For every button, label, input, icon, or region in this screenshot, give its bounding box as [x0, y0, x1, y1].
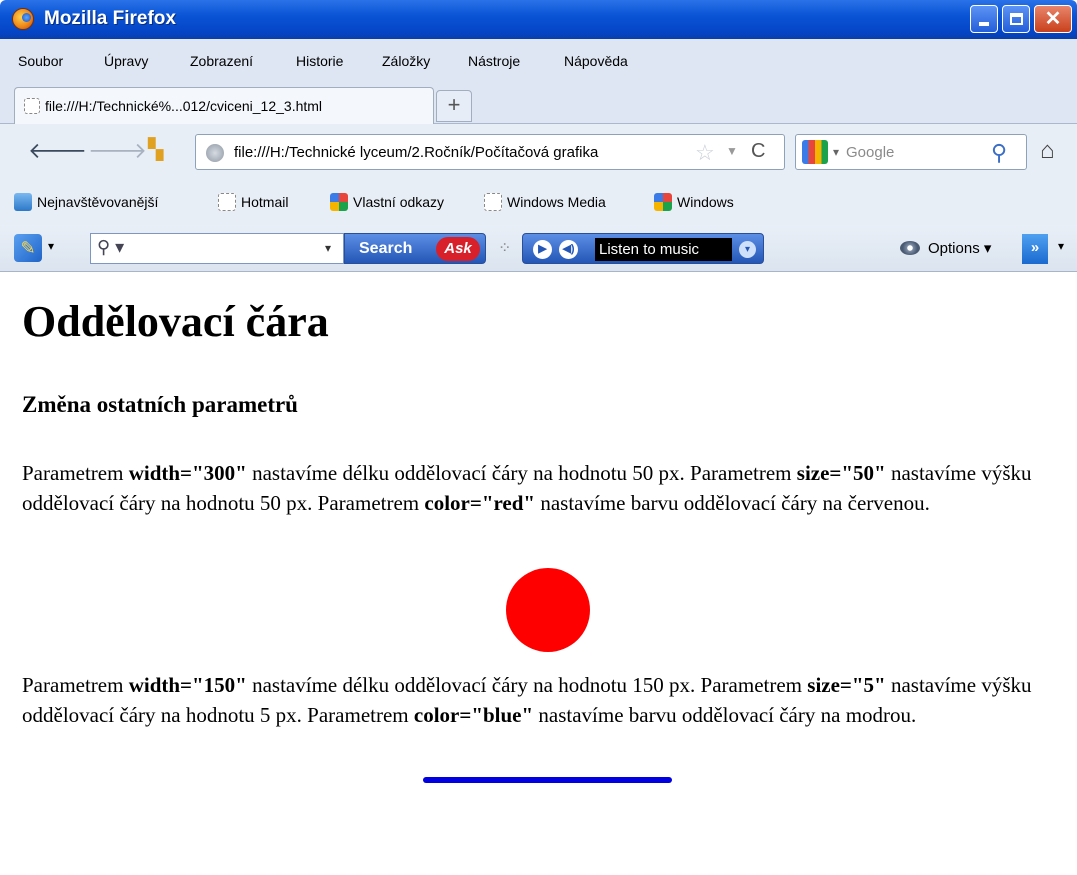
overflow-chevron-icon[interactable]: » [1022, 234, 1048, 264]
menu-zalozky[interactable]: Záložky [382, 53, 430, 69]
menu-soubor[interactable]: Soubor [18, 53, 63, 69]
apps-grid-icon[interactable]: ▚ [148, 140, 163, 160]
tab-active[interactable]: file:///H:/Technické%...012/cviceni_12_3… [14, 87, 434, 124]
ask-search-button[interactable]: Search Ask [344, 233, 486, 264]
paragraph-blue-rule: Parametrem width="150" nastavíme délku o… [22, 673, 1032, 727]
play-icon[interactable]: ▶ [533, 240, 552, 259]
blank-page-icon [484, 193, 502, 211]
gear-icon [900, 241, 920, 255]
forward-button[interactable]: 🡒 [88, 140, 147, 162]
bookmark-windows[interactable]: Windows [654, 193, 734, 211]
maximize-icon [1009, 13, 1023, 25]
window-titlebar: Mozilla Firefox ✕ [0, 0, 1077, 39]
music-dropdown-icon[interactable]: ▾ [739, 241, 756, 258]
bookmark-star-icon[interactable]: ☆ [695, 140, 715, 166]
menu-historie[interactable]: Historie [296, 53, 343, 69]
paragraph-red-rule: Parametrem width="300" nastavíme délku o… [22, 461, 1032, 515]
history-dropdown-icon[interactable]: ▼ [726, 144, 738, 158]
bookmark-most-visited[interactable]: Nejnavštěvovanější [14, 193, 158, 211]
bookmark-custom-links[interactable]: Vlastní odkazy [330, 193, 444, 211]
address-text: file:///H:/Technické lyceum/2.Ročník/Poč… [234, 144, 599, 161]
tab-label: file:///H:/Technické%...012/cviceni_12_3… [45, 98, 323, 114]
windows-icon [654, 193, 672, 211]
bookmark-label: Hotmail [241, 194, 289, 210]
bookmark-windows-media[interactable]: Windows Media [484, 193, 606, 211]
pencil-icon[interactable]: ✎ [14, 234, 42, 262]
overflow-dropdown-icon[interactable]: ▾ [1058, 239, 1064, 253]
bookmark-label: Vlastní odkazy [353, 194, 445, 210]
page-subheading: Změna ostatních parametrů [22, 392, 298, 417]
music-label: Listen to music [595, 238, 732, 261]
search-dropdown-icon[interactable]: ▾ [325, 241, 331, 255]
globe-icon [206, 144, 224, 162]
blank-page-icon [218, 193, 236, 211]
folder-icon [14, 193, 32, 211]
windows-icon [330, 193, 348, 211]
music-widget[interactable]: ▶ ◀) Listen to music ▾ [522, 233, 764, 264]
bookmark-label: Windows [677, 194, 734, 210]
firefox-logo-icon [12, 8, 34, 30]
menu-upravy[interactable]: Úpravy [104, 53, 148, 69]
pencil-dropdown-icon[interactable]: ▾ [48, 239, 54, 253]
bookmarks-toolbar: Nejnavštěvovanější Hotmail Vlastní odkaz… [0, 180, 1077, 225]
ask-logo: Ask [436, 237, 480, 261]
google-engine-icon[interactable] [802, 140, 828, 164]
minimize-icon [979, 22, 989, 26]
toolbar-separator: ⁘ [498, 240, 512, 257]
ask-toolbar: ✎ ▾ ⚲ ▾ ▾ Search Ask ⁘ ▶ ◀) Listen to mu… [0, 225, 1077, 272]
page-heading: Oddělovací čára [22, 297, 329, 346]
menu-nastroje[interactable]: Nástroje [468, 53, 520, 69]
bookmark-label: Nejnavštěvovanější [37, 194, 159, 210]
back-button[interactable]: 🡐 [28, 140, 87, 162]
menu-bar: Soubor Úpravy Zobrazení Historie Záložky… [0, 39, 1077, 84]
close-icon: ✕ [1044, 8, 1062, 30]
menu-napoveda[interactable]: Nápověda [564, 53, 628, 69]
engine-dropdown-icon[interactable]: ▾ [833, 145, 839, 159]
minimize-button[interactable] [970, 5, 998, 33]
home-icon[interactable]: ⌂ [1040, 137, 1055, 165]
magnifier-icon[interactable]: ⚲ [991, 140, 1007, 166]
bookmark-label: Windows Media [507, 194, 606, 210]
window-title: Mozilla Firefox [44, 8, 176, 29]
address-bar[interactable]: file:///H:/Technické lyceum/2.Ročník/Poč… [195, 134, 785, 170]
close-button[interactable]: ✕ [1034, 5, 1072, 33]
navigation-toolbar: 🡐 🡒 ▚ file:///H:/Technické lyceum/2.Ročn… [0, 124, 1077, 180]
blue-horizontal-rule [423, 777, 672, 783]
red-horizontal-rule [506, 568, 590, 652]
search-bar[interactable]: ▾ Google ⚲ [795, 134, 1027, 170]
blank-page-icon [24, 98, 40, 114]
tab-strip: file:///H:/Technické%...012/cviceni_12_3… [0, 84, 1077, 124]
menu-zobrazeni[interactable]: Zobrazení [190, 53, 253, 69]
search-button-label: Search [359, 240, 413, 257]
options-button[interactable]: Options ▾ [900, 239, 991, 257]
ask-search-input[interactable]: ⚲ ▾ ▾ [90, 233, 344, 264]
bookmark-hotmail[interactable]: Hotmail [218, 193, 288, 211]
page-content: Oddělovací čára Změna ostatních parametr… [0, 272, 1077, 875]
volume-icon[interactable]: ◀) [559, 240, 578, 259]
maximize-button[interactable] [1002, 5, 1030, 33]
search-icon: ⚲ ▾ [97, 237, 125, 257]
new-tab-button[interactable]: + [436, 90, 472, 122]
search-placeholder: Google [846, 144, 895, 161]
reload-icon[interactable]: C [751, 140, 765, 163]
options-label: Options [928, 240, 980, 257]
